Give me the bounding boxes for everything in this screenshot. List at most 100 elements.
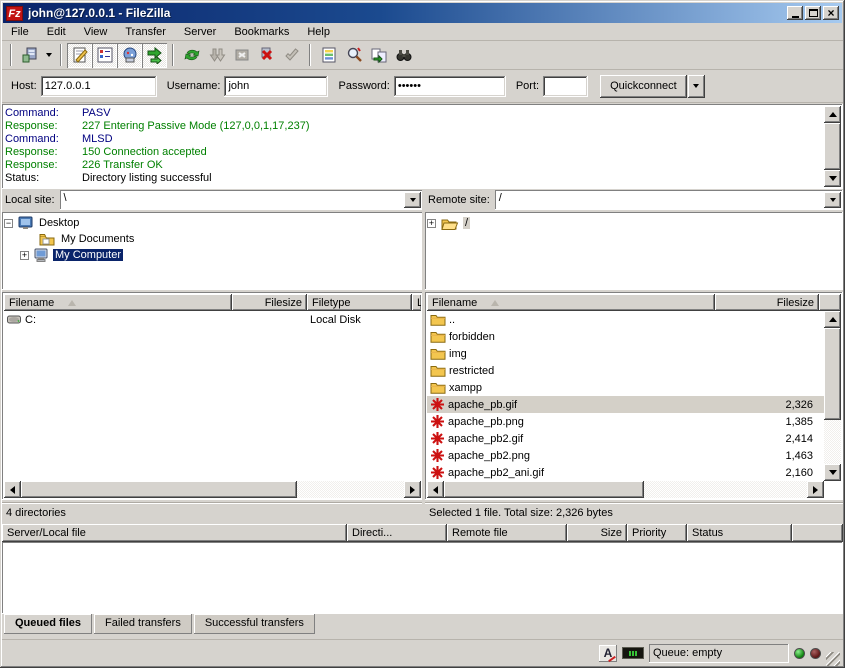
local-file-row[interactable]: C: Local Disk	[4, 311, 421, 328]
directory-filters-button[interactable]	[316, 43, 341, 68]
scroll-track[interactable]	[824, 328, 841, 464]
menu-help[interactable]: Help	[298, 24, 339, 40]
synchronized-browsing-button[interactable]	[391, 43, 416, 68]
column-filesize[interactable]: Filesize	[715, 294, 819, 311]
column-filetype[interactable]: Filetype	[307, 294, 412, 311]
toggle-transfer-queue-button[interactable]	[142, 43, 167, 68]
maximize-button[interactable]	[805, 6, 821, 20]
menu-transfer[interactable]: Transfer	[116, 24, 175, 40]
site-manager-button[interactable]	[17, 43, 42, 68]
collapse-expander[interactable]	[4, 219, 13, 228]
remote-list-vscrollbar[interactable]	[824, 311, 841, 481]
scroll-track[interactable]	[824, 123, 841, 170]
resize-grip[interactable]	[826, 652, 840, 666]
expand-expander[interactable]	[20, 251, 29, 260]
toggle-remote-tree-button[interactable]	[117, 43, 142, 68]
scroll-right-button[interactable]	[404, 481, 421, 498]
menu-server[interactable]: Server	[175, 24, 225, 40]
status-bar: A Queue: empty	[2, 639, 843, 666]
scroll-left-button[interactable]	[427, 481, 444, 498]
column-filename[interactable]: Filename	[427, 294, 715, 311]
menu-file[interactable]: File	[2, 24, 38, 40]
scroll-up-button[interactable]	[824, 311, 841, 328]
cancel-button[interactable]	[229, 43, 254, 68]
remote-site-value: /	[495, 190, 822, 210]
toggle-message-log-button[interactable]	[67, 43, 92, 68]
remote-list-hscrollbar[interactable]	[427, 481, 824, 498]
scroll-thumb[interactable]	[21, 481, 297, 498]
tab-successful-transfers[interactable]: Successful transfers	[194, 614, 315, 634]
username-input[interactable]	[224, 76, 328, 97]
remote-file-row[interactable]: forbidden	[427, 328, 824, 345]
scroll-right-button[interactable]	[807, 481, 824, 498]
quickconnect-button[interactable]: Quickconnect	[600, 75, 687, 98]
remote-file-row[interactable]: img	[427, 345, 824, 362]
tree-item-my-computer[interactable]: My Computer	[20, 247, 421, 263]
port-input[interactable]	[543, 76, 588, 97]
tree-item-label[interactable]: My Documents	[59, 233, 136, 245]
scroll-track[interactable]	[21, 481, 404, 498]
remote-file-row[interactable]: apache_pb.png 1,385	[427, 413, 824, 430]
remote-file-row[interactable]: xampp	[427, 379, 824, 396]
tree-item-desktop[interactable]: Desktop	[4, 215, 421, 231]
column-direction[interactable]: Directi...	[347, 524, 447, 542]
remote-site-dropdown[interactable]	[824, 192, 841, 208]
directory-comparison-button[interactable]	[366, 43, 391, 68]
remote-site-combo[interactable]: /	[495, 190, 843, 210]
column-status[interactable]: Status	[687, 524, 792, 542]
tree-item-label[interactable]: /	[463, 217, 470, 229]
log-scrollbar[interactable]	[824, 106, 841, 187]
column-last-modified[interactable]: L	[412, 294, 421, 311]
tab-queued-files[interactable]: Queued files	[4, 614, 92, 634]
tree-item-my-documents[interactable]: My Documents	[25, 231, 421, 247]
menu-edit[interactable]: Edit	[38, 24, 75, 40]
title-bar[interactable]: Fz john@127.0.0.1 - FileZilla ×	[3, 3, 842, 23]
menu-bookmarks[interactable]: Bookmarks	[225, 24, 298, 40]
column-remote-file[interactable]: Remote file	[447, 524, 567, 542]
scroll-down-button[interactable]	[824, 464, 841, 481]
column-filename[interactable]: Filename	[4, 294, 232, 311]
speed-limits-icon[interactable]	[622, 647, 644, 659]
remote-file-row[interactable]: restricted	[427, 362, 824, 379]
quickconnect-dropdown[interactable]	[688, 75, 705, 98]
scroll-up-button[interactable]	[824, 106, 841, 123]
refresh-button[interactable]	[179, 43, 204, 68]
tree-item-label[interactable]: Desktop	[37, 217, 81, 229]
scroll-thumb[interactable]	[824, 328, 841, 420]
remote-file-row-selected[interactable]: apache_pb.gif 2,326	[427, 396, 824, 413]
remote-file-row[interactable]: apache_pb2.gif 2,414	[427, 430, 824, 447]
app-icon[interactable]: Fz	[6, 6, 23, 21]
scroll-thumb[interactable]	[444, 481, 644, 498]
expand-expander[interactable]	[427, 219, 436, 228]
remote-file-row[interactable]: apache_pb2.png 1,463	[427, 447, 824, 464]
menu-view[interactable]: View	[75, 24, 117, 40]
column-filesize[interactable]: Filesize	[232, 294, 307, 311]
toggle-local-tree-button[interactable]	[92, 43, 117, 68]
transfer-type-icon[interactable]: A	[599, 645, 617, 662]
tree-item-label[interactable]: My Computer	[53, 249, 123, 261]
minimize-button[interactable]	[787, 6, 803, 20]
remote-file-row[interactable]: apache_pb2_ani.gif 2,160	[427, 464, 824, 481]
close-button[interactable]: ×	[823, 6, 839, 20]
site-manager-dropdown[interactable]	[42, 43, 55, 68]
host-input[interactable]	[41, 76, 157, 97]
reconnect-button[interactable]	[279, 43, 304, 68]
scroll-thumb[interactable]	[824, 123, 841, 170]
scroll-down-button[interactable]	[824, 170, 841, 187]
column-priority[interactable]: Priority	[627, 524, 687, 542]
scroll-left-button[interactable]	[4, 481, 21, 498]
queue-body[interactable]	[2, 542, 843, 614]
process-queue-button[interactable]	[204, 43, 229, 68]
tree-item-root[interactable]: /	[427, 215, 841, 231]
scroll-track[interactable]	[444, 481, 807, 498]
remote-file-row[interactable]: ..	[427, 311, 824, 328]
tab-failed-transfers[interactable]: Failed transfers	[94, 614, 192, 634]
column-size[interactable]: Size	[567, 524, 627, 542]
file-search-button[interactable]	[341, 43, 366, 68]
disconnect-button[interactable]	[254, 43, 279, 68]
password-input[interactable]	[394, 76, 506, 97]
column-server-local-file[interactable]: Server/Local file	[2, 524, 347, 542]
local-site-combo[interactable]: \	[60, 190, 423, 210]
local-list-hscrollbar[interactable]	[4, 481, 421, 498]
local-site-dropdown[interactable]	[404, 192, 421, 208]
